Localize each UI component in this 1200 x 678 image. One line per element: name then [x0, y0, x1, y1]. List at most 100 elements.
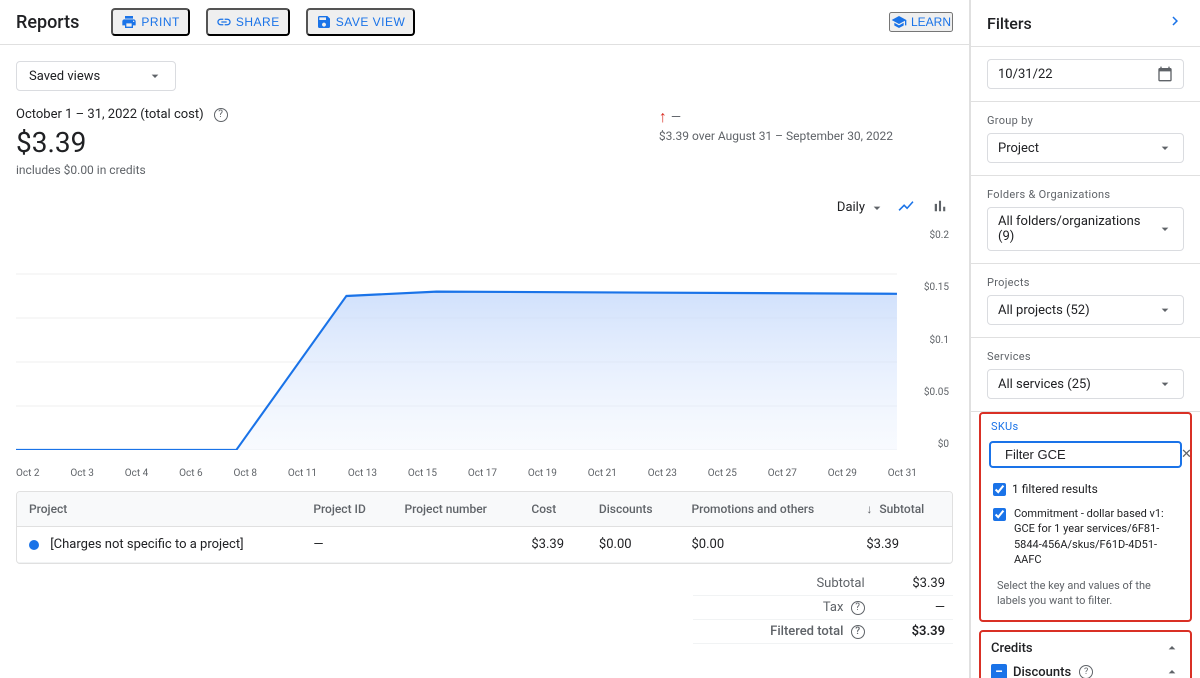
folders-label: Folders & Organizations: [987, 188, 1184, 201]
chart-y-labels: $0.2 $0.15 $0.1 $0.05 $0: [917, 230, 953, 450]
discounts-help-icon[interactable]: ?: [1079, 665, 1093, 678]
project-name-cell: [Charges not specific to a project]: [17, 527, 301, 563]
projects-dropdown[interactable]: All projects (52): [987, 295, 1184, 325]
learn-button[interactable]: LEARN: [889, 12, 953, 32]
folders-section: Folders & Organizations All folders/orga…: [971, 176, 1200, 264]
bar-chart-icon: [931, 197, 949, 215]
line-chart-svg: [16, 230, 917, 450]
services-label: Services: [987, 350, 1184, 363]
chart-x-labels: Oct 2 Oct 3 Oct 4 Oct 6 Oct 8 Oct 11 Oct…: [16, 466, 953, 491]
change-arrow-icon: ↑: [659, 107, 667, 127]
credits-expand-icon[interactable]: [1164, 640, 1180, 656]
sku-results: 1 filtered results Commitment - dollar b…: [981, 474, 1190, 620]
expand-icon: [1166, 12, 1184, 30]
projects-label: Projects: [987, 276, 1184, 289]
project-color-dot: [29, 540, 39, 550]
folders-dropdown[interactable]: All folders/organizations (9): [987, 207, 1184, 251]
date-filter-section: 10/31/22: [971, 47, 1200, 102]
filters-sidebar: Filters 10/31/22 Group by Project Folder…: [970, 0, 1200, 678]
cost-table: Project Project ID Project number Cost D…: [16, 491, 953, 564]
share-icon: [216, 14, 232, 30]
cost-change: ↑ —: [659, 107, 681, 127]
saved-views-label: Saved views: [29, 69, 100, 84]
chart-controls: Daily: [16, 193, 953, 222]
group-by-dropdown[interactable]: Project: [987, 133, 1184, 163]
filters-header: Filters: [971, 0, 1200, 47]
group-by-label: Group by: [987, 114, 1184, 127]
sku-result-checkbox[interactable]: [993, 508, 1006, 521]
header: Reports PRINT SHARE SAVE VIEW LEARN: [0, 0, 969, 45]
save-view-button[interactable]: SAVE VIEW: [306, 8, 416, 36]
sku-result-item: Commitment - dollar based v1: GCE for 1 …: [989, 500, 1182, 574]
group-by-chevron-icon: [1157, 140, 1173, 156]
line-chart-button[interactable]: [893, 193, 919, 222]
tax-row: Tax ? —: [693, 596, 953, 620]
group-by-section: Group by Project: [971, 102, 1200, 176]
daily-period-select[interactable]: Daily: [837, 200, 885, 216]
filters-content: 10/31/22 Group by Project Folders & Orga…: [971, 47, 1200, 678]
bar-chart-button[interactable]: [927, 193, 953, 222]
services-dropdown[interactable]: All services (25): [987, 369, 1184, 399]
cost-period-help-icon[interactable]: ?: [214, 108, 228, 122]
tax-value: —: [873, 596, 953, 620]
project-id-cell: —: [301, 527, 392, 563]
share-label: SHARE: [236, 15, 280, 29]
calendar-icon: [1157, 66, 1173, 82]
subtotal-value: $3.39: [873, 572, 953, 596]
credits-title: Credits: [991, 641, 1033, 656]
expand-sidebar-button[interactable]: [1166, 12, 1184, 34]
sku-search-input[interactable]: [1005, 447, 1181, 462]
col-subtotal: ↓ Subtotal: [854, 492, 952, 527]
sku-search-box[interactable]: ✕: [989, 441, 1182, 468]
print-icon: [121, 14, 137, 30]
col-promotions: Promotions and others: [679, 492, 854, 527]
chevron-down-icon: [147, 68, 163, 84]
group-by-value: Project: [998, 141, 1157, 156]
print-button[interactable]: PRINT: [111, 8, 190, 36]
date-input[interactable]: 10/31/22: [987, 59, 1184, 89]
save-view-label: SAVE VIEW: [336, 15, 406, 29]
saved-views-dropdown[interactable]: Saved views: [16, 61, 176, 91]
services-value: All services (25): [998, 377, 1157, 392]
sku-result-text: Commitment - dollar based v1: GCE for 1 …: [1014, 506, 1178, 568]
print-label: PRINT: [141, 15, 180, 29]
filtered-results-label: 1 filtered results: [1012, 482, 1098, 496]
tax-label: Tax ?: [693, 596, 873, 620]
credits-section: Credits − Discounts ? Sustained use disc…: [979, 630, 1192, 678]
filtered-total-label: Filtered total ?: [693, 620, 873, 644]
services-section: Services All services (25): [971, 338, 1200, 412]
filtered-results-item: 1 filtered results: [989, 478, 1182, 500]
cost-period: October 1 – 31, 2022 (total cost) ?: [16, 107, 659, 122]
filtered-results-checkbox[interactable]: [993, 483, 1006, 496]
cost-cell: $3.39: [519, 527, 587, 563]
filtered-total-help-icon[interactable]: ?: [851, 625, 865, 639]
filtered-total-row: Filtered total ? $3.39: [693, 620, 953, 644]
col-project: Project: [17, 492, 301, 527]
col-project-number: Project number: [392, 492, 519, 527]
learn-icon: [891, 14, 907, 30]
projects-value: All projects (52): [998, 303, 1157, 318]
discounts-expand-icon[interactable]: [1164, 664, 1180, 678]
tax-help-icon[interactable]: ?: [851, 601, 865, 615]
promotions-cell: $0.00: [679, 527, 854, 563]
discounts-collapse-button[interactable]: −: [991, 664, 1007, 678]
project-number-cell: [392, 527, 519, 563]
cost-amount: $3.39: [16, 126, 659, 159]
projects-chevron-icon: [1157, 302, 1173, 318]
cost-change-label: $3.39 over August 31 – September 30, 202…: [659, 129, 893, 143]
sku-search-clear-button[interactable]: ✕: [1181, 447, 1192, 462]
folders-value: All folders/organizations (9): [998, 214, 1157, 244]
table-row: [Charges not specific to a project] — $3…: [17, 527, 952, 563]
share-button[interactable]: SHARE: [206, 8, 290, 36]
discounts-label: Discounts: [1013, 665, 1071, 678]
change-dash: —: [671, 110, 681, 125]
subtotal-label: Subtotal: [693, 572, 873, 596]
credits-header: Credits: [981, 632, 1190, 660]
cost-credits: includes $0.00 in credits: [16, 163, 659, 177]
cost-summary-left: October 1 – 31, 2022 (total cost) ? $3.3…: [16, 107, 659, 177]
subtotal-row: Subtotal $3.39: [693, 572, 953, 596]
date-value: 10/31/22: [998, 67, 1157, 82]
period-chevron-icon: [869, 200, 885, 216]
main-content: Saved views October 1 – 31, 2022 (total …: [0, 45, 969, 678]
discounts-header: − Discounts ?: [981, 660, 1190, 678]
